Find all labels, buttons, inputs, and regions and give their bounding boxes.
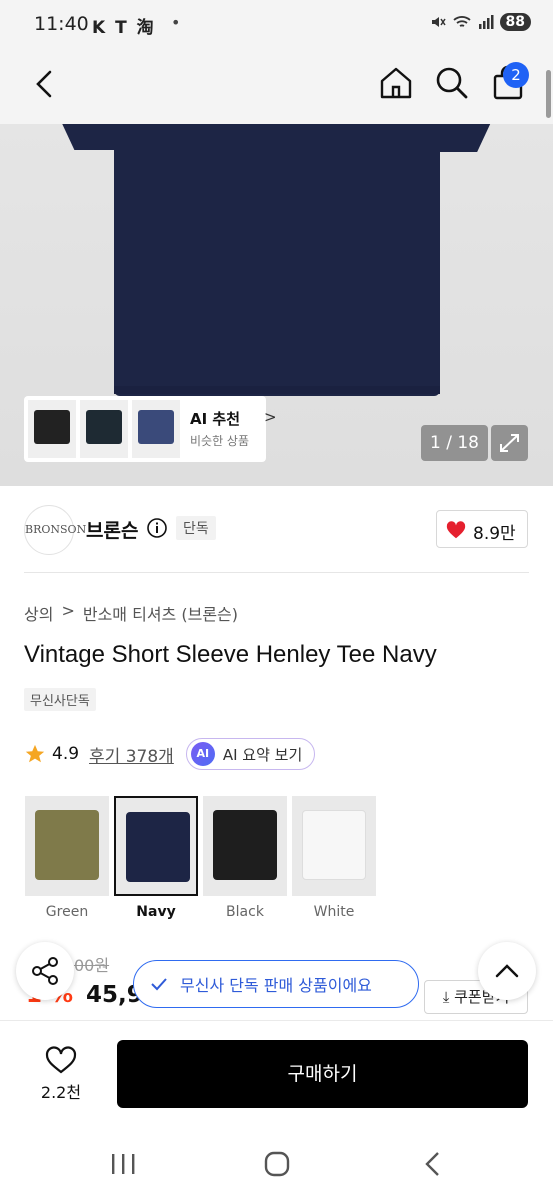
breadcrumb: 상의 > 반소매 티셔츠 (브론슨) xyxy=(24,601,238,625)
check-icon xyxy=(151,978,167,991)
star-icon xyxy=(25,744,45,763)
rating-score: 4.9 xyxy=(52,744,80,764)
color-option-navy[interactable] xyxy=(114,796,198,896)
color-option-black[interactable] xyxy=(203,796,287,896)
signal-icon xyxy=(478,15,494,29)
toast-text: 무신사 단독 판매 상품이에요 xyxy=(180,976,372,995)
search-icon[interactable] xyxy=(432,63,472,103)
color-swatch xyxy=(302,810,366,880)
original-price: 00원 xyxy=(74,956,110,975)
divider xyxy=(24,572,529,573)
info-icon[interactable] xyxy=(146,517,168,539)
brand-exclusive-tag: 단독 xyxy=(176,516,216,540)
nav-back-icon[interactable] xyxy=(418,1150,448,1178)
heart-outline-icon xyxy=(45,1046,77,1074)
product-photo xyxy=(114,124,440,396)
ai-thumb-dark xyxy=(80,400,128,458)
rating-row: 4.9 후기 378개 AI AI 요약 보기 xyxy=(24,738,316,770)
heart-filled-icon xyxy=(446,521,466,539)
status-time: 11:40 xyxy=(34,13,89,35)
review-count-link[interactable]: 후기 378개 xyxy=(89,742,174,767)
color-option-white[interactable] xyxy=(292,796,376,896)
breadcrumb-category[interactable]: 상의 xyxy=(24,601,53,625)
color-swatch xyxy=(35,810,99,880)
exclusive-tag: 무신사단독 xyxy=(24,688,96,711)
ai-recommend-card[interactable]: AI 추천 > 비슷한 상품 xyxy=(24,396,277,462)
notification-icons: K T 淘 xyxy=(92,18,156,38)
buy-button[interactable]: 구매하기 xyxy=(117,1040,528,1108)
chevron-up-icon xyxy=(495,964,519,978)
ai-badge-icon: AI xyxy=(190,742,215,766)
brand-name[interactable]: 브론슨 xyxy=(86,516,138,543)
color-label-green: Green xyxy=(45,904,89,920)
wifi-icon xyxy=(452,16,471,27)
status-right-icons: 88 xyxy=(430,13,531,31)
shirt-hem xyxy=(114,386,440,394)
ai-recommend-subtitle: 비슷한 상품 xyxy=(190,434,250,448)
cart-count-badge: 2 xyxy=(503,62,529,88)
brand-like-button[interactable]: 8.9만 xyxy=(436,510,528,548)
status-bar: 11:40 K T 淘 • 88 xyxy=(0,0,553,52)
color-option-green[interactable] xyxy=(25,796,109,896)
chevron-right-icon: > xyxy=(264,408,277,426)
status-dot: • xyxy=(171,13,181,32)
recent-apps-icon[interactable] xyxy=(108,1150,138,1178)
ai-summary-label: AI 요약 보기 xyxy=(222,745,303,764)
exclusive-toast: 무신사 단독 판매 상품이에요 xyxy=(133,960,419,1008)
share-button[interactable] xyxy=(16,942,74,1000)
color-label-navy: Navy xyxy=(136,904,176,920)
scrollbar[interactable] xyxy=(546,70,551,118)
share-icon xyxy=(32,957,58,985)
ai-thumb-blue xyxy=(132,400,180,458)
product-title: Vintage Short Sleeve Henley Tee Navy xyxy=(24,641,437,668)
color-swatch xyxy=(213,810,277,880)
expand-button[interactable] xyxy=(491,425,528,461)
nav-home-icon[interactable] xyxy=(262,1150,292,1178)
scroll-top-button[interactable] xyxy=(478,942,536,1000)
ai-recommend-title: AI 추천 xyxy=(190,410,241,428)
color-label-black: Black xyxy=(226,904,264,920)
ai-summary-button[interactable]: AI AI 요약 보기 xyxy=(185,738,316,770)
brand-like-count: 8.9만 xyxy=(473,524,516,544)
wishlist-count: 2.2천 xyxy=(40,1083,82,1102)
ai-thumb-black xyxy=(28,400,76,458)
breadcrumb-separator: > xyxy=(61,601,75,620)
brand-logo[interactable]: BRONSON xyxy=(24,505,86,555)
home-icon[interactable] xyxy=(376,63,416,103)
battery-icon: 88 xyxy=(499,13,531,31)
color-swatch xyxy=(126,812,190,882)
image-page-counter: 1 / 18 xyxy=(421,425,488,461)
expand-icon xyxy=(500,434,519,452)
download-icon: ⤓ xyxy=(442,988,450,1006)
back-icon[interactable] xyxy=(26,64,66,104)
color-label-white: White xyxy=(313,904,355,920)
mute-icon xyxy=(431,17,446,27)
breadcrumb-subcategory[interactable]: 반소매 티셔츠 (브론슨) xyxy=(83,601,238,625)
